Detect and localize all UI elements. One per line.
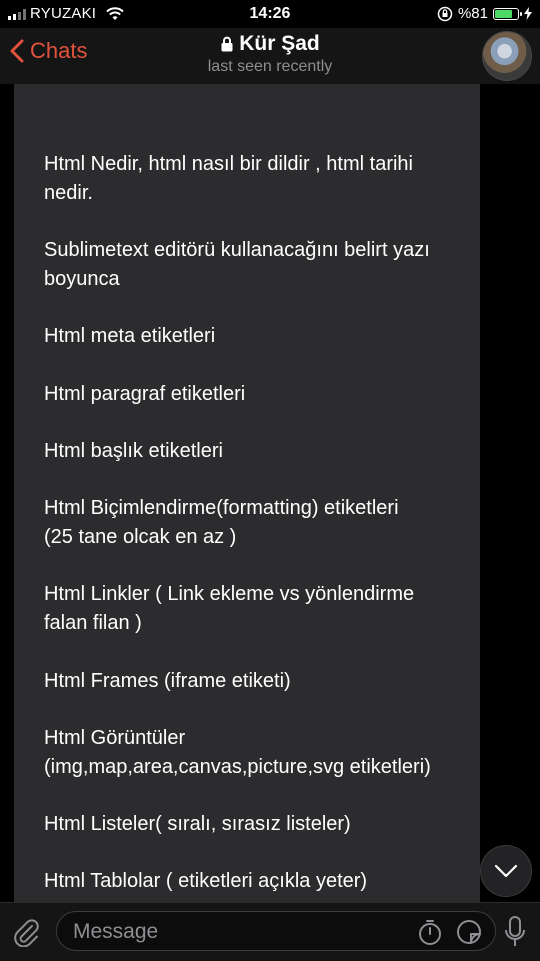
message-input[interactable]: Message xyxy=(56,911,496,951)
message-line: Html meta etiketleri xyxy=(44,325,216,348)
message-line: (25 tane olcak en az ) xyxy=(44,526,237,549)
microphone-icon[interactable] xyxy=(504,915,526,949)
orientation-lock-icon xyxy=(437,6,453,21)
message-line xyxy=(44,781,484,810)
message-line: Html Linkler ( Link ekleme vs yönlendirm… xyxy=(44,583,415,606)
chat-header: Chats Kür Şad last seen recently xyxy=(0,28,540,84)
message-line xyxy=(44,408,484,437)
battery-percent: %81 xyxy=(457,5,488,22)
message-line: Html başlık etiketleri xyxy=(44,439,223,462)
message-line: Html Biçimlendirme(formatting) etiketler… xyxy=(44,497,399,520)
message-line xyxy=(44,294,484,323)
message-line: Html paragraf etiketleri xyxy=(44,382,246,405)
message-placeholder: Message xyxy=(73,920,159,943)
paperclip-icon[interactable] xyxy=(12,917,40,947)
message-line: (img,map,area,canvas,picture,svg etiketl… xyxy=(44,755,431,778)
message-line xyxy=(44,351,484,380)
lock-icon xyxy=(221,36,233,52)
timer-icon[interactable] xyxy=(417,918,443,946)
battery-icon xyxy=(493,7,522,20)
message-line: falan filan ) xyxy=(44,612,142,635)
message-line xyxy=(44,638,484,667)
charging-bolt-icon xyxy=(524,7,532,20)
contact-status: last seen recently xyxy=(207,58,333,75)
message-line: Html Tablolar ( etiketleri açıkla yeter) xyxy=(44,870,368,893)
message-line: boyunca xyxy=(44,267,120,290)
input-bar: Message xyxy=(0,902,540,961)
sticker-icon[interactable] xyxy=(455,918,483,946)
message-line: Sublimetext editörü kullanacağını belirt… xyxy=(44,239,430,262)
message-line: Html Görüntüler xyxy=(44,726,186,749)
message-line xyxy=(44,695,484,724)
message-line: Html Nedir, html nasıl bir dildir , html… xyxy=(44,153,413,175)
status-bar: RYUZAKI 14:26 %81 xyxy=(0,0,540,28)
avatar[interactable] xyxy=(482,31,532,81)
scroll-down-button[interactable] xyxy=(480,845,532,897)
chevron-down-icon xyxy=(494,864,518,878)
message-line xyxy=(44,839,484,868)
message-line: nedir. xyxy=(44,181,93,204)
contact-name: Kür Şad xyxy=(239,32,320,55)
message-line xyxy=(44,552,484,581)
message-line: Html Frames (iframe etiketi) xyxy=(44,669,291,692)
message-text: Html Nedir, html nasıl bir dildir , html… xyxy=(44,150,484,902)
chat-area[interactable]: Html Nedir, html nasıl bir dildir , html… xyxy=(0,84,540,902)
message-line xyxy=(44,466,484,495)
status-right: %81 xyxy=(437,5,532,22)
message-line xyxy=(44,207,484,236)
battery-fill xyxy=(495,9,512,18)
contact-name-row: Kür Şad xyxy=(0,32,540,56)
message-bubble[interactable]: Html Nedir, html nasıl bir dildir , html… xyxy=(14,84,480,902)
chat-title[interactable]: Kür Şad last seen recently xyxy=(0,32,540,76)
message-line: Html Listeler( sıralı, sırasız listeler) xyxy=(44,813,351,836)
